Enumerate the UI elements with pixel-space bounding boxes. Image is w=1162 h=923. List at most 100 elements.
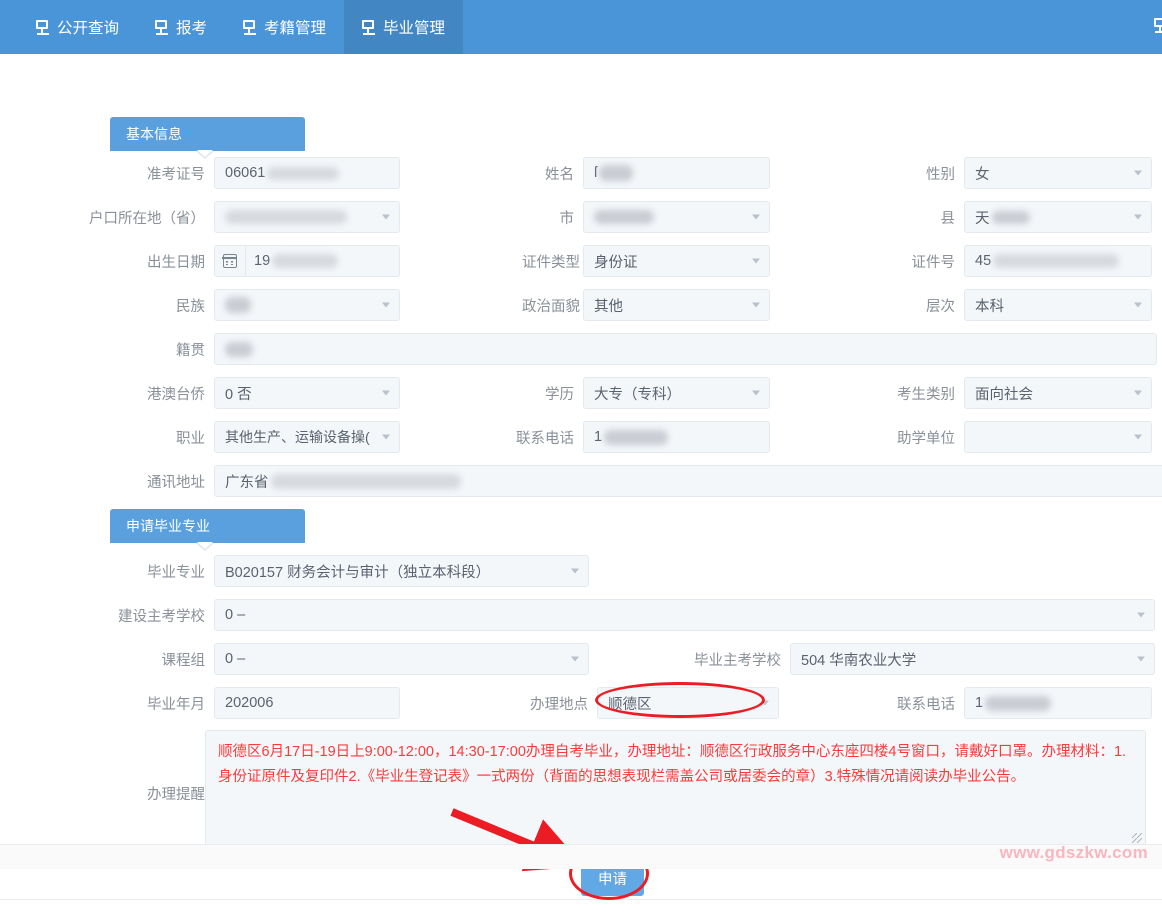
field-value-course-group: 0 – [225, 651, 245, 667]
field-input-name[interactable]: ſ [583, 157, 770, 189]
field-select-course-group[interactable]: 0 – [214, 643, 589, 675]
field-select-level[interactable]: 本科 [964, 289, 1152, 321]
field-input-birthdate[interactable]: 19 [214, 245, 400, 277]
field-select-county[interactable]: 天 [964, 201, 1152, 233]
redaction-blur [985, 696, 1051, 711]
resize-handle-icon[interactable] [1132, 833, 1142, 843]
field-input-native-place[interactable] [214, 333, 1157, 365]
nav-item-graduation-management[interactable]: 毕业管理 [344, 0, 463, 54]
field-value-gender: 女 [975, 163, 990, 184]
redaction-blur [993, 254, 1119, 268]
field-value-county: 天 [975, 207, 990, 228]
field-select-process-location[interactable]: 顺德区 [597, 687, 779, 719]
field-select-construction-school[interactable]: 0 – [214, 599, 1155, 631]
redaction-blur [992, 211, 1030, 224]
field-row-city: 市 [522, 201, 770, 233]
field-row-graduation-date: 毕业年月 202006 [141, 687, 400, 719]
field-label-ticket-number: 准考证号 [141, 163, 214, 184]
field-value-education: 大专（专科） [594, 383, 681, 404]
chevron-down-icon [752, 215, 760, 220]
field-row-birthdate: 出生日期 19 [141, 245, 400, 277]
redaction-blur [225, 297, 251, 313]
calendar-icon[interactable] [215, 246, 246, 276]
field-row-ticket-number: 准考证号 06061 [141, 157, 400, 189]
field-select-education[interactable]: 大专（专科） [583, 377, 770, 409]
field-label-native-place: 籍贯 [141, 339, 214, 360]
field-input-phone[interactable]: 1 [583, 421, 770, 453]
field-label-notice: 办理提醒 [113, 783, 214, 804]
chevron-down-icon [1134, 435, 1142, 440]
field-label-education: 学历 [522, 383, 583, 404]
field-label-level: 层次 [903, 295, 964, 316]
field-value-birthdate: 19 [254, 253, 270, 269]
field-row-overseas: 港澳台侨 0 否 [127, 377, 400, 409]
nav-overflow-icon [1154, 18, 1162, 35]
field-value-ticket-number: 06061 [225, 165, 265, 181]
redaction-blur [604, 430, 668, 445]
field-label-occupation: 职业 [141, 427, 214, 448]
monitor-icon [1154, 18, 1162, 32]
monitor-icon [155, 20, 169, 34]
field-row-county: 县 天 [903, 201, 1152, 233]
field-value-graduation-date: 202006 [225, 695, 273, 711]
field-textarea-notice[interactable]: 顺德区6月17日-19日上9:00-12:00，14:30-17:00办理自考毕… [205, 730, 1146, 847]
chevron-down-icon [382, 391, 390, 396]
field-select-support-unit[interactable] [964, 421, 1152, 453]
nav-item-exam-records[interactable]: 考籍管理 [225, 0, 344, 54]
field-select-graduation-school[interactable]: 504 华南农业大学 [790, 643, 1155, 675]
field-select-candidate-type[interactable]: 面向社会 [964, 377, 1152, 409]
field-select-gender[interactable]: 女 [964, 157, 1152, 189]
chevron-down-icon [1137, 613, 1145, 618]
field-label-city: 市 [522, 207, 583, 228]
field-label-phone: 联系电话 [508, 427, 583, 448]
field-row-level: 层次 本科 [903, 289, 1152, 321]
field-select-political-status[interactable]: 其他 [583, 289, 770, 321]
field-value-overseas: 0 否 [225, 383, 252, 404]
monitor-icon [36, 20, 50, 34]
field-select-city[interactable] [583, 201, 770, 233]
caret-down-inner-icon [197, 542, 213, 549]
field-select-occupation[interactable]: 其他生产、运输设备操( [214, 421, 400, 453]
field-input-id-number[interactable]: 45 [964, 245, 1152, 277]
field-label-gender: 性别 [903, 163, 964, 184]
section-title: 申请毕业专业 [126, 518, 210, 534]
chevron-down-icon [1137, 657, 1145, 662]
field-select-ethnicity[interactable] [214, 289, 400, 321]
form-divider-bottom [0, 899, 1162, 900]
field-row-political-status: 政治面貌 其他 [522, 289, 770, 321]
nav-item-public-query[interactable]: 公开查询 [18, 0, 137, 54]
section-title: 基本信息 [126, 126, 182, 142]
field-label-candidate-type: 考生类别 [889, 383, 964, 404]
field-label-support-unit: 助学单位 [889, 427, 964, 448]
field-input-address[interactable]: 广东省 [214, 465, 1162, 497]
field-select-overseas[interactable]: 0 否 [214, 377, 400, 409]
section-header-basic-info: 基本信息 [110, 117, 305, 151]
field-select-household-province[interactable] [214, 201, 400, 233]
field-row-id-type: 证件类型 身份证 [522, 245, 770, 277]
field-row-gender: 性别 女 [903, 157, 1152, 189]
field-input-graduation-date[interactable]: 202006 [214, 687, 400, 719]
chevron-down-icon [752, 259, 760, 264]
field-value-id-number: 45 [975, 253, 991, 269]
field-value-process-location: 顺德区 [608, 693, 652, 714]
chevron-down-icon [1134, 171, 1142, 176]
chevron-down-icon [571, 569, 579, 574]
redaction-blur [225, 342, 253, 357]
field-input-ticket-number[interactable]: 06061 [214, 157, 400, 189]
nav-item-registration[interactable]: 报考 [137, 0, 225, 54]
field-select-id-type[interactable]: 身份证 [583, 245, 770, 277]
field-input-contact-phone[interactable]: 1 [964, 687, 1152, 719]
chevron-down-icon [382, 303, 390, 308]
field-row-id-number: 证件号 45 [903, 245, 1152, 277]
field-select-graduation-major[interactable]: B020157 财务会计与审计（独立本科段） [214, 555, 589, 587]
redaction-blur [225, 210, 347, 224]
field-row-ethnicity: 民族 [141, 289, 400, 321]
nav-item-label: 考籍管理 [264, 16, 326, 38]
field-label-political-status: 政治面貌 [522, 295, 583, 316]
field-value-graduation-major: B020157 财务会计与审计（独立本科段） [225, 561, 490, 582]
field-label-birthdate: 出生日期 [141, 251, 214, 272]
graduation-application-form: 基本信息 准考证号 06061 姓名 ſ 性别 女 户口所在地（省） [0, 54, 1162, 869]
field-label-contact-phone: 联系电话 [889, 693, 964, 714]
field-value-contact-phone: 1 [975, 695, 983, 711]
field-label-id-number: 证件号 [903, 251, 964, 272]
